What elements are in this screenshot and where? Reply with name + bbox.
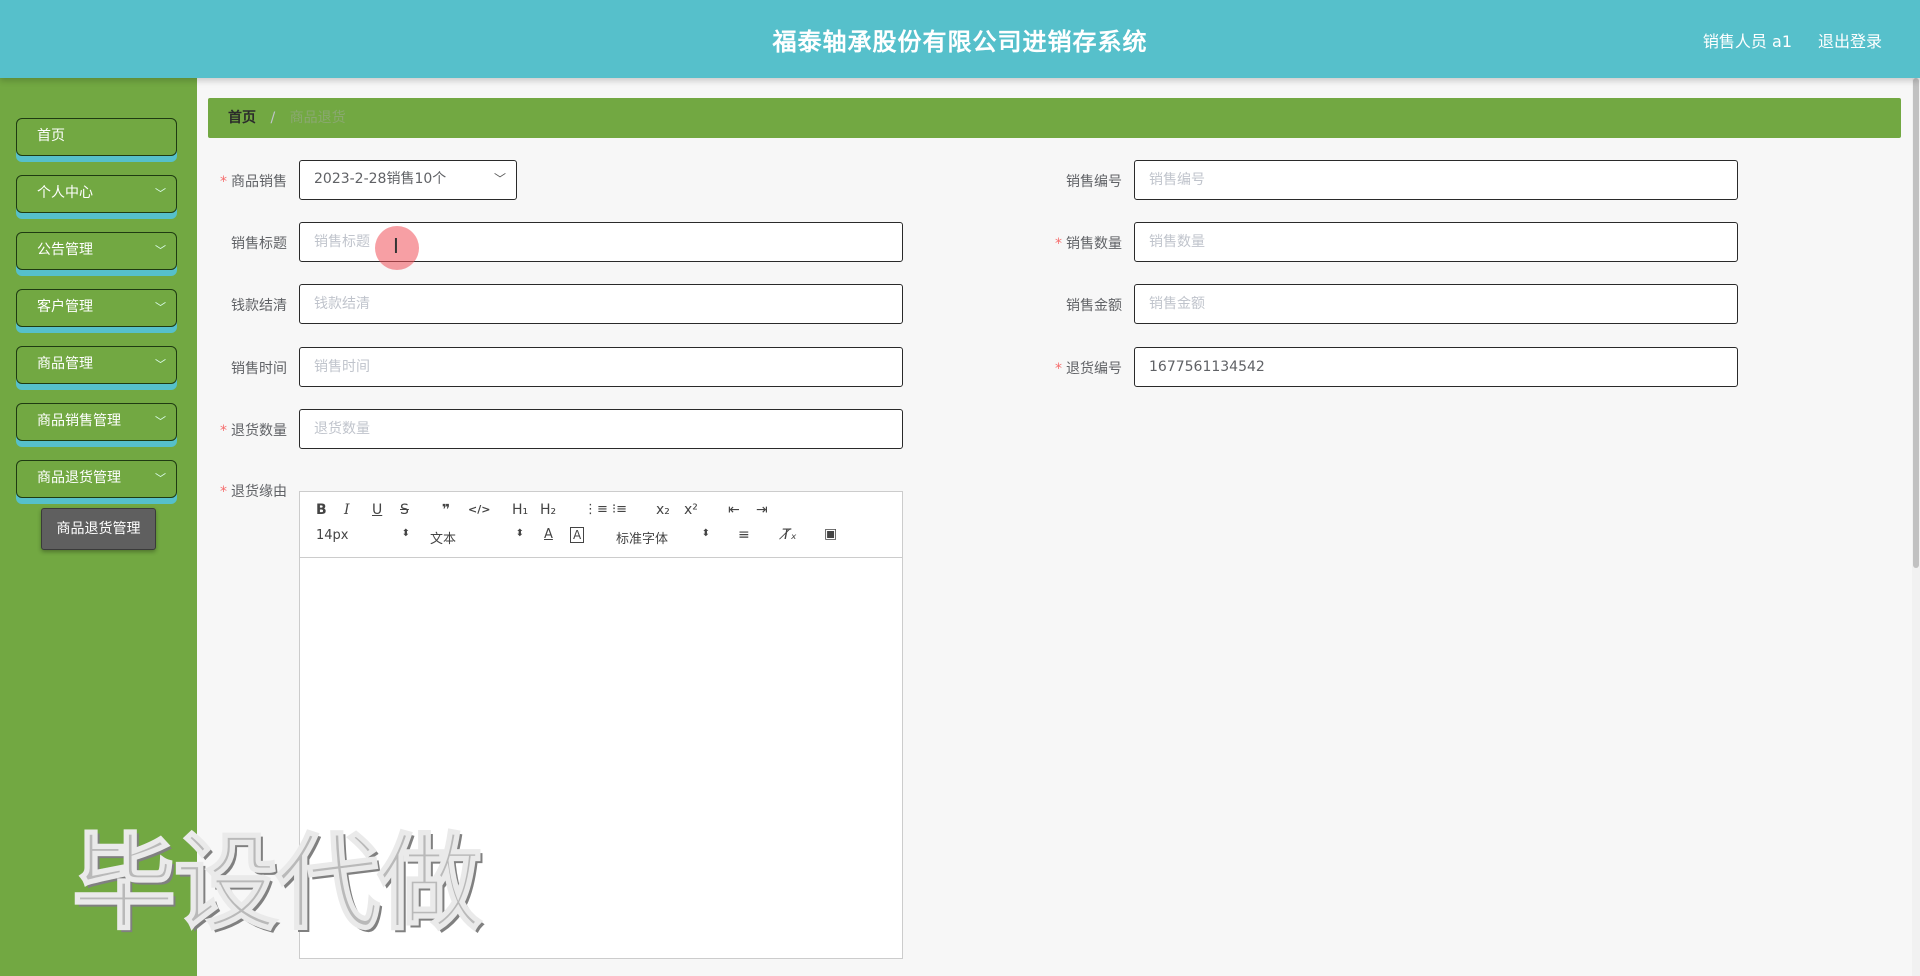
align-icon[interactable]: ≡ bbox=[738, 527, 750, 543]
sale-amount-label: 销售金额 bbox=[1066, 298, 1122, 314]
chevron-down-icon: ﹀ bbox=[155, 244, 166, 257]
clear-format-icon[interactable]: T̸ₓ bbox=[782, 527, 797, 543]
settled-label: 钱款结清 bbox=[231, 298, 287, 314]
sidebar-item-label: 商品管理 bbox=[37, 356, 93, 372]
chevron-down-icon: ﹀ bbox=[155, 415, 166, 428]
page-scrollbar[interactable] bbox=[1912, 78, 1920, 976]
current-user: 销售人员 a1 bbox=[1702, 32, 1792, 51]
settled-input[interactable] bbox=[299, 284, 903, 324]
strike-icon[interactable]: S bbox=[400, 502, 409, 518]
sale-amount-input[interactable] bbox=[1134, 284, 1738, 324]
sidebar-item-label: 公告管理 bbox=[37, 242, 93, 258]
sidebar-item-label: 商品销售管理 bbox=[37, 413, 121, 429]
product-sale-label: * 商品销售 bbox=[220, 174, 287, 190]
indent-icon[interactable]: ⇥ bbox=[756, 502, 768, 518]
breadcrumb: 首页 / 商品退货 bbox=[208, 98, 1901, 138]
logout-button[interactable]: 退出登录 bbox=[1818, 28, 1882, 52]
header2-icon[interactable]: H₂ bbox=[540, 502, 556, 518]
submenu-item-returns[interactable]: 商品退货管理 bbox=[41, 508, 156, 550]
top-header: 福泰轴承股份有限公司进销存系统 销售人员 a1 退出登录 bbox=[0, 0, 1920, 78]
chevron-down-icon: ﹀ bbox=[155, 472, 166, 485]
sidebar-item-products[interactable]: 商品管理 ﹀ bbox=[16, 346, 177, 384]
chevron-down-icon: ﹀ bbox=[155, 358, 166, 371]
italic-icon[interactable]: I bbox=[344, 502, 350, 518]
breadcrumb-separator: / bbox=[270, 110, 276, 126]
chevron-down-icon: ﹀ bbox=[493, 172, 506, 186]
subscript-icon[interactable]: x₂ bbox=[656, 502, 670, 518]
sidebar-item-customers[interactable]: 客户管理 ﹀ bbox=[16, 289, 177, 327]
text-color-icon[interactable]: A bbox=[544, 527, 553, 542]
ordered-list-icon[interactable]: ⋮≡ bbox=[584, 502, 608, 517]
sale-no-label: 销售编号 bbox=[1066, 174, 1122, 190]
sidebar-item-label: 商品退货管理 bbox=[37, 470, 121, 486]
sale-time-label: 销售时间 bbox=[231, 361, 287, 377]
sale-title-input[interactable] bbox=[299, 222, 903, 262]
header-type-picker[interactable]: 文本 ⬍ bbox=[430, 528, 524, 547]
chevron-down-icon: ﹀ bbox=[155, 301, 166, 314]
bold-icon[interactable]: B bbox=[316, 502, 327, 518]
return-no-label: * 退货编号 bbox=[1055, 361, 1122, 377]
header1-icon[interactable]: H₁ bbox=[512, 502, 528, 518]
return-reason-label: * 退货缘由 bbox=[220, 484, 287, 500]
return-qty-input[interactable] bbox=[299, 409, 903, 449]
font-family-picker[interactable]: 标准字体 ⬍ bbox=[616, 528, 710, 547]
sidebar-item-profile[interactable]: 个人中心 ﹀ bbox=[16, 175, 177, 213]
scrollbar-thumb[interactable] bbox=[1913, 78, 1919, 568]
sale-qty-input[interactable] bbox=[1134, 222, 1738, 262]
code-icon[interactable]: </> bbox=[468, 503, 490, 516]
sale-no-input[interactable] bbox=[1134, 160, 1738, 200]
background-color-icon[interactable]: A bbox=[570, 527, 585, 543]
font-size-picker[interactable]: 14px ⬍ bbox=[316, 528, 410, 543]
bullet-list-icon[interactable]: ⁝≡ bbox=[612, 502, 627, 517]
sale-qty-label: * 销售数量 bbox=[1055, 236, 1122, 252]
sidebar-item-sales[interactable]: 商品销售管理 ﹀ bbox=[16, 403, 177, 441]
updown-icon: ⬍ bbox=[401, 528, 410, 539]
return-no-input[interactable] bbox=[1134, 347, 1738, 387]
updown-icon: ⬍ bbox=[701, 528, 710, 539]
chevron-down-icon: ﹀ bbox=[155, 187, 166, 200]
sidebar-item-home[interactable]: 首页 bbox=[16, 118, 177, 156]
superscript-icon[interactable]: x² bbox=[684, 502, 698, 518]
product-sale-value: 2023-2-28销售10个 bbox=[314, 171, 447, 187]
watermark: 毕设代做 bbox=[71, 821, 483, 945]
underline-icon[interactable]: U bbox=[372, 502, 382, 518]
sidebar-item-label: 客户管理 bbox=[37, 299, 93, 315]
sale-title-label: 销售标题 bbox=[231, 236, 287, 252]
sale-time-input[interactable] bbox=[299, 347, 903, 387]
editor-toolbar: B I U S ❞ </> H₁ H₂ ⋮≡ ⁝≡ x₂ x² ⇤ ⇥ 14px… bbox=[300, 492, 902, 558]
image-icon[interactable]: ▣ bbox=[824, 526, 837, 542]
sidebar-item-label: 首页 bbox=[37, 128, 65, 144]
outdent-icon[interactable]: ⇤ bbox=[728, 502, 740, 518]
sidebar-item-label: 个人中心 bbox=[37, 185, 93, 201]
breadcrumb-home[interactable]: 首页 bbox=[228, 110, 256, 126]
app-title: 福泰轴承股份有限公司进销存系统 bbox=[772, 28, 1148, 56]
sidebar-item-notices[interactable]: 公告管理 ﹀ bbox=[16, 232, 177, 270]
updown-icon: ⬍ bbox=[515, 528, 524, 539]
blockquote-icon[interactable]: ❞ bbox=[442, 502, 450, 518]
product-sale-select[interactable]: 2023-2-28销售10个 ﹀ bbox=[299, 160, 517, 200]
breadcrumb-current: 商品退货 bbox=[289, 110, 346, 126]
sidebar-item-returns[interactable]: 商品退货管理 ﹀ bbox=[16, 460, 177, 498]
return-qty-label: * 退货数量 bbox=[220, 423, 287, 439]
